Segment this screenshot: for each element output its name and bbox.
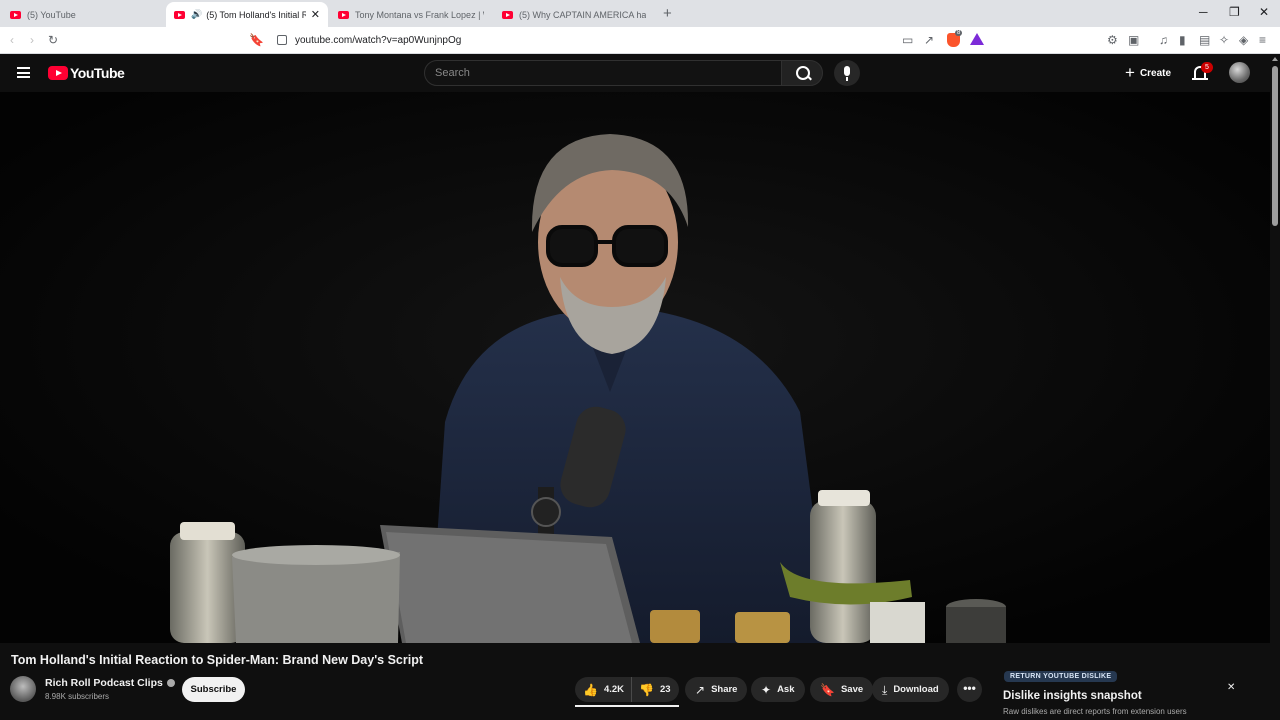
dislike-count: 23	[659, 684, 671, 695]
sparkle-icon: ✦	[761, 682, 772, 697]
browser-tab-tony-montana[interactable]: Tony Montana vs Frank Lopez | Who	[330, 2, 492, 27]
subscribe-button[interactable]: Subscribe	[182, 677, 245, 702]
speaker-icon[interactable]: 🔊	[191, 9, 202, 20]
tab-title: Tony Montana vs Frank Lopez | Who	[355, 9, 484, 20]
youtube-logo-icon[interactable]	[48, 66, 68, 80]
url-text[interactable]: youtube.com/watch?v=ap0WunjnpOg	[295, 35, 461, 46]
verified-check-icon	[166, 679, 175, 687]
scroll-up-icon[interactable]	[1272, 57, 1278, 61]
leo-ai-icon[interactable]: ✧	[1219, 32, 1229, 48]
save-button[interactable]: 🔖 Save	[810, 677, 874, 702]
share-label: Share	[711, 684, 738, 695]
thumbs-up-icon: 👍	[583, 682, 598, 697]
share-page-icon[interactable]: ↗	[924, 32, 934, 48]
reading-list-icon[interactable]: ▣	[1128, 32, 1139, 48]
download-icon: ⤓	[882, 682, 888, 697]
share-icon: ↗	[695, 682, 706, 697]
download-label: Download	[893, 684, 939, 695]
media-controls-icon[interactable]: ♫	[1159, 32, 1168, 48]
video-frame	[0, 92, 1270, 643]
more-actions-icon[interactable]: •••	[957, 677, 982, 702]
save-bookmark-icon: 🔖	[820, 682, 835, 697]
bookmark-icon[interactable]: 🔖	[249, 32, 264, 48]
thumbs-down-icon: 👎	[639, 682, 654, 697]
share-button[interactable]: ↗ Share	[685, 677, 748, 702]
voice-search-mic-icon[interactable]	[834, 60, 860, 86]
plus-icon: +	[1125, 63, 1135, 82]
like-count: 4.2K	[603, 684, 625, 695]
ask-label: Ask	[777, 684, 795, 695]
page-scrollbar-thumb[interactable]	[1272, 66, 1278, 226]
youtube-wordmark[interactable]: YouTube	[70, 65, 125, 81]
vpn-shield-icon[interactable]: ◈	[1239, 32, 1248, 48]
channel-name[interactable]: Rich Roll Podcast Clips	[45, 677, 163, 689]
wallet-icon[interactable]: ▤	[1199, 32, 1210, 48]
video-title: Tom Holland's Initial Reaction to Spider…	[11, 653, 424, 667]
ask-button[interactable]: ✦ Ask	[751, 677, 805, 702]
like-ratio-bar	[575, 705, 679, 707]
sidebar-icon[interactable]: ▮	[1179, 32, 1186, 48]
search-input[interactable]	[425, 61, 781, 85]
minimize-window-icon[interactable]: ─	[1199, 5, 1208, 19]
subscriber-count: 8.98K subscribers	[45, 692, 110, 701]
close-icon[interactable]: ✕	[1227, 682, 1235, 693]
dislike-button[interactable]: 👎 23	[632, 677, 671, 702]
new-tab-button[interactable]: +	[663, 5, 672, 22]
youtube-favicon-icon	[338, 10, 349, 19]
youtube-favicon-icon	[502, 10, 513, 19]
like-button[interactable]: 👍 4.2K	[575, 677, 632, 702]
close-window-icon[interactable]: ✕	[1259, 5, 1269, 19]
account-avatar[interactable]	[1229, 62, 1250, 83]
restore-window-icon[interactable]: ❐	[1229, 5, 1240, 19]
tab-close-icon[interactable]: ✕	[311, 8, 320, 21]
save-label: Save	[840, 684, 864, 695]
hamburger-menu-icon[interactable]	[17, 67, 30, 78]
browser-tab-strip: (5) YouTube 🔊 (5) Tom Holland's Initial …	[0, 0, 1280, 27]
create-button[interactable]: + Create	[1121, 60, 1181, 86]
channel-avatar[interactable]	[10, 676, 36, 702]
cast-icon[interactable]: ▭	[902, 32, 913, 48]
channel-name-link[interactable]: Rich Roll Podcast Clips	[45, 677, 175, 689]
ryd-snapshot-panel: RETURN YOUTUBE DISLIKE Dislike insights …	[991, 661, 1257, 720]
youtube-masthead: YouTube + Create 5	[0, 54, 1280, 92]
extensions-icon[interactable]: ⚙	[1107, 32, 1118, 48]
tab-title: (5) Why CAPTAIN AMERICA has the B	[519, 9, 646, 20]
like-dislike-group: 👍 4.2K 👎 23	[575, 677, 679, 702]
browser-toolbar: ‹ › ↻ 🔖 youtube.com/watch?v=ap0WunjnpOg …	[0, 27, 1280, 54]
browser-tab-tom-holland[interactable]: 🔊 (5) Tom Holland's Initial Reac ✕	[166, 2, 328, 27]
forward-icon[interactable]: ›	[30, 32, 34, 48]
create-label: Create	[1139, 67, 1172, 79]
ryd-badge: RETURN YOUTUBE DISLIKE	[1004, 671, 1118, 682]
browser-menu-icon[interactable]: ≡	[1259, 32, 1266, 48]
brave-rewards-icon[interactable]	[970, 33, 984, 45]
download-button[interactable]: ⤓ Download	[872, 677, 949, 702]
video-player[interactable]	[0, 92, 1270, 643]
ryd-subtitle: Raw dislikes are direct reports from ext…	[1003, 707, 1187, 716]
reload-icon[interactable]: ↻	[48, 32, 58, 48]
site-info-icon[interactable]	[277, 35, 287, 45]
back-icon[interactable]: ‹	[10, 32, 14, 48]
tab-title: (5) Tom Holland's Initial Reac	[206, 9, 307, 20]
search-button[interactable]	[781, 60, 823, 86]
browser-tab-captain-america[interactable]: (5) Why CAPTAIN AMERICA has the B	[494, 2, 654, 27]
youtube-favicon-icon	[174, 10, 185, 19]
search-box[interactable]	[424, 60, 782, 86]
browser-tab-youtube[interactable]: (5) YouTube	[2, 2, 164, 27]
ryd-title: Dislike insights snapshot	[1003, 690, 1142, 702]
address-bar[interactable]: youtube.com/watch?v=ap0WunjnpOg	[270, 30, 990, 51]
youtube-favicon-icon	[10, 10, 21, 19]
tab-title: (5) YouTube	[27, 9, 76, 20]
notification-count-badge: 5	[1201, 62, 1213, 73]
